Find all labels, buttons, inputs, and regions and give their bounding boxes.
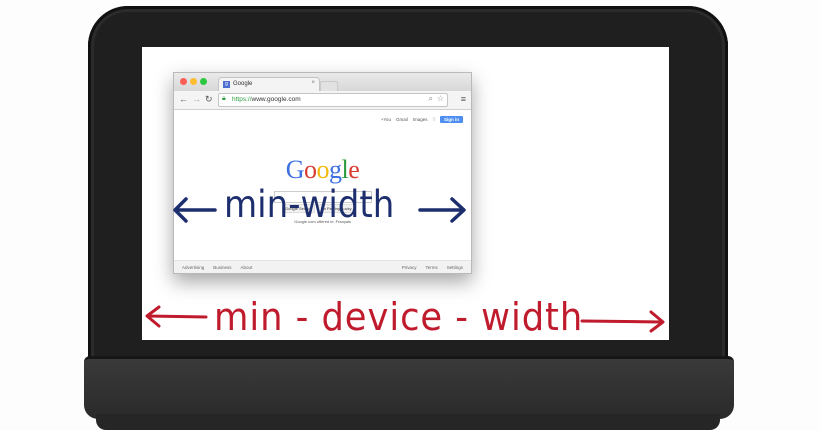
min-device-width-left-arrow-icon [145,305,208,328]
min-width-right-arrow-icon [418,197,466,223]
min-width-left-arrow-icon [173,197,217,223]
annotation-arrows [145,197,665,333]
min-width-label: min-width [224,183,395,226]
min-device-width-right-arrow-icon [580,310,665,333]
min-device-width-label: min - device - width [214,295,584,339]
